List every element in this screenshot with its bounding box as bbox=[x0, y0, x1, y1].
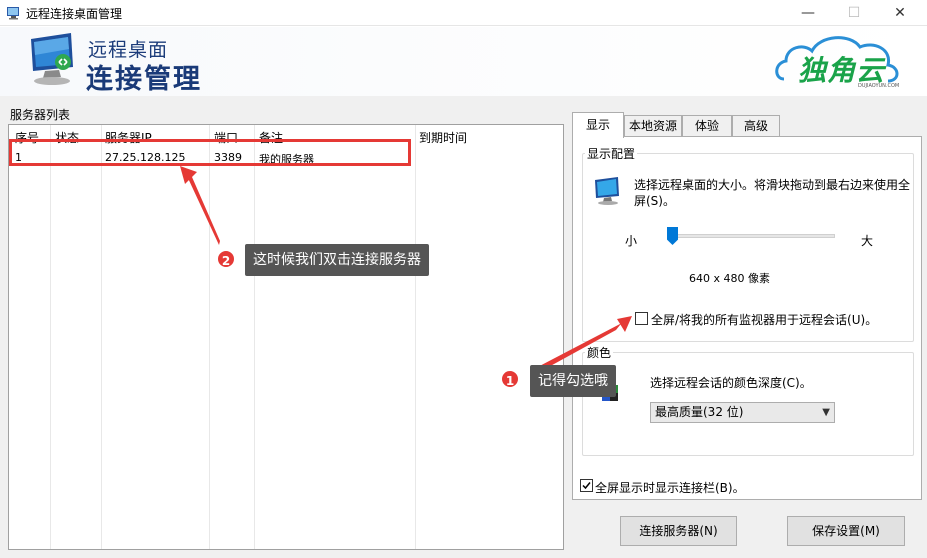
tab-display[interactable]: 显示 bbox=[572, 112, 624, 138]
annotation-callout-2: 这时候我们双击连接服务器 bbox=[245, 244, 429, 276]
annotation-badge-2: 2 bbox=[216, 249, 236, 269]
annotation-callout-1: 记得勾选哦 bbox=[530, 365, 616, 397]
annotation-arrows bbox=[180, 166, 632, 375]
annotation-badge-1: 1 bbox=[500, 369, 520, 389]
arrow-to-row bbox=[180, 166, 220, 245]
